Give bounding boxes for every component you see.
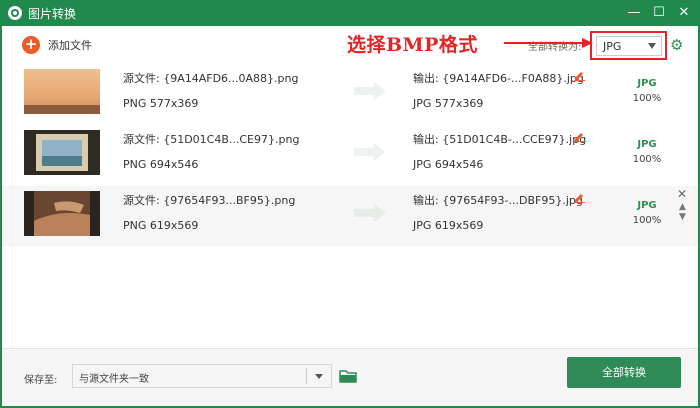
progress-percent: 100% — [632, 215, 662, 226]
progress-percent: 100% — [632, 93, 662, 104]
close-button[interactable]: ✕ — [675, 4, 693, 22]
minimize-button[interactable]: — — [625, 4, 643, 22]
main-window: + 添加文件 全部转换为: 选择BMP格式 JPG ⚙ 源文件: {9A14AF… — [2, 26, 698, 406]
file-list: 源文件: {9A14AFD6...0A88}.png PNG 577x369 输… — [2, 64, 698, 322]
output-format-select[interactable]: JPG — [596, 36, 662, 56]
save-path-value: 与源文件夹一致 — [79, 374, 149, 385]
edit-icon[interactable] — [574, 131, 585, 142]
convert-all-button[interactable]: 全部转换 — [567, 357, 681, 388]
source-file-meta: PNG 694x546 — [123, 158, 199, 171]
folder-icon[interactable] — [339, 368, 357, 383]
thumbnail-image — [24, 130, 100, 175]
footer-bar: 保存至: 与源文件夹一致 全部转换 — [2, 348, 698, 406]
output-format-value: JPG — [603, 40, 622, 53]
title-bar: 图片转换 — ☐ ✕ — [0, 0, 700, 26]
arrow-right-icon — [354, 143, 386, 161]
edit-icon[interactable] — [574, 192, 585, 203]
output-file-name: 输出: {9A14AFD6-...F0A88}.jpg — [413, 72, 584, 85]
remove-file-icon[interactable]: ✕ — [677, 187, 687, 201]
progress-percent: 100% — [632, 154, 662, 165]
annotation-text: 选择BMP格式 — [347, 34, 478, 56]
edit-icon[interactable] — [574, 70, 585, 81]
save-to-label: 保存至: — [24, 375, 58, 386]
file-row-2: 源文件: {51D01C4B...CE97}.png PNG 694x546 输… — [2, 125, 698, 185]
output-file-meta: JPG 694x546 — [413, 158, 484, 171]
select-divider — [306, 368, 307, 384]
output-format-badge: JPG — [637, 78, 657, 89]
add-file-label: 添加文件 — [48, 39, 92, 52]
source-file-name: 源文件: {97654F93...BF95}.png — [123, 194, 296, 207]
thumbnail-image — [24, 191, 100, 236]
source-file-meta: PNG 577x369 — [123, 97, 199, 110]
toolbar: + 添加文件 全部转换为: 选择BMP格式 JPG ⚙ — [2, 26, 698, 64]
output-file-meta: JPG 619x569 — [413, 219, 484, 232]
source-file-name: 源文件: {9A14AFD6...0A88}.png — [123, 72, 299, 85]
add-file-button[interactable]: + 添加文件 — [22, 35, 92, 55]
app-logo-icon — [8, 6, 22, 20]
source-file-name: 源文件: {51D01C4B...CE97}.png — [123, 133, 300, 146]
maximize-button[interactable]: ☐ — [650, 4, 668, 22]
output-format-badge: JPG — [637, 139, 657, 150]
move-up-icon[interactable]: ▲ — [679, 202, 686, 212]
output-file-meta: JPG 577x369 — [413, 97, 484, 110]
thumbnail-image — [24, 69, 100, 114]
arrow-right-icon — [354, 82, 386, 100]
output-format-badge: JPG — [637, 200, 657, 211]
gear-icon[interactable]: ⚙ — [670, 38, 684, 53]
window-title: 图片转换 — [28, 7, 77, 21]
arrow-right-icon — [354, 204, 386, 222]
move-down-icon[interactable]: ▼ — [679, 212, 686, 222]
output-file-name: 输出: {97654F93-...DBF95}.jpg — [413, 194, 583, 207]
chevron-down-icon — [648, 43, 656, 49]
file-row-3: 源文件: {97654F93...BF95}.png PNG 619x569 输… — [2, 186, 698, 246]
file-row-1: 源文件: {9A14AFD6...0A88}.png PNG 577x369 输… — [2, 64, 698, 124]
source-file-meta: PNG 619x569 — [123, 219, 199, 232]
plus-icon: + — [22, 36, 40, 54]
annotation-arrow-icon — [504, 38, 593, 48]
save-path-select[interactable]: 与源文件夹一致 — [72, 364, 332, 388]
output-file-name: 输出: {51D01C4B-...CCE97}.jpg — [413, 133, 587, 146]
chevron-down-icon — [315, 374, 323, 379]
